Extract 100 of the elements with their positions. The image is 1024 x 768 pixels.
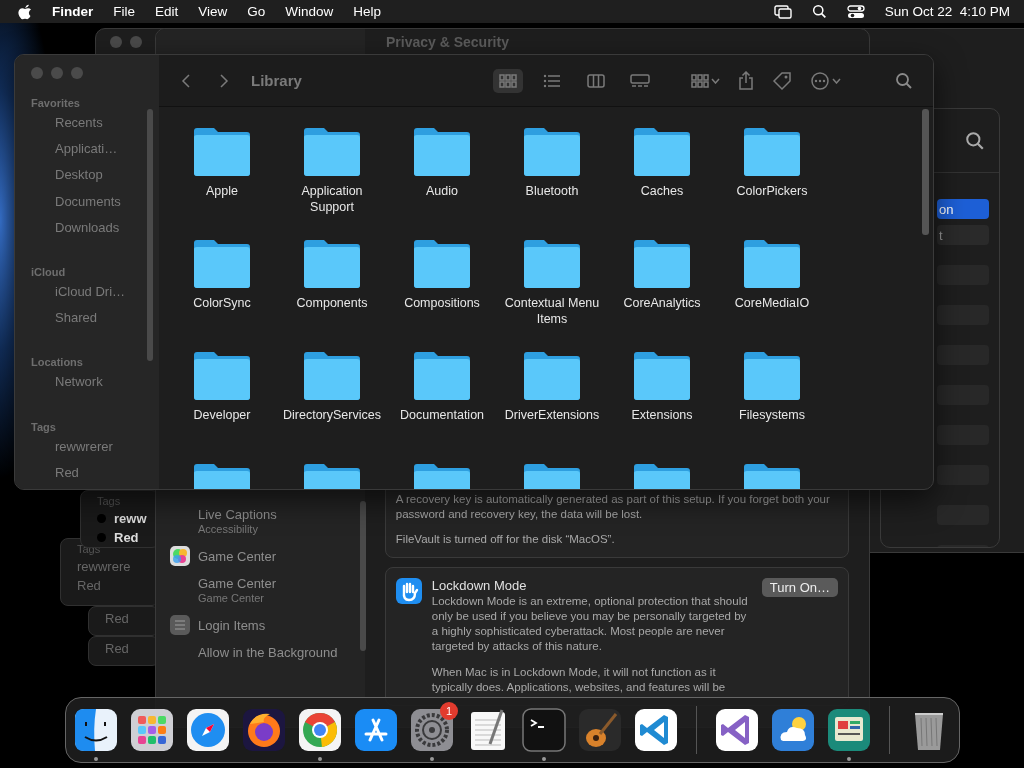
- sidebar-item[interactable]: Network: [31, 372, 159, 399]
- clock[interactable]: Sun Oct 22 4:10 PM: [884, 4, 1010, 19]
- finder-face-icon[interactable]: [74, 708, 118, 752]
- section-heading: Favorites: [31, 97, 81, 109]
- group-button[interactable]: [689, 71, 722, 90]
- code-editor-icon[interactable]: [714, 708, 759, 752]
- sidebar-item[interactable]: Allow in the Background: [198, 645, 355, 661]
- menu-item[interactable]: Go: [247, 4, 266, 19]
- folder-name[interactable]: ColorSync: [169, 295, 275, 311]
- sidebar-item[interactable]: Live Captions: [198, 507, 355, 523]
- gear-icon[interactable]: [410, 708, 454, 752]
- folder-icon[interactable]: [522, 127, 582, 177]
- folder-name[interactable]: DirectoryServices: [279, 407, 385, 423]
- grid-view-icon: [499, 73, 517, 88]
- sidebar-item[interactable]: iCloud Dri…: [31, 282, 159, 309]
- folder-name[interactable]: Documentation: [389, 407, 495, 423]
- caret-icon: [832, 77, 841, 84]
- list-row[interactable]: on: [937, 199, 989, 219]
- folder-name[interactable]: CoreAnalytics: [609, 295, 715, 311]
- scrollbar[interactable]: [147, 109, 153, 361]
- control-center-icon[interactable]: [846, 4, 865, 19]
- folder-name[interactable]: Application Support: [279, 183, 385, 215]
- menu-item[interactable]: View: [198, 4, 228, 19]
- folder-icon[interactable]: [742, 239, 802, 289]
- tag-dot: [97, 514, 106, 523]
- folder-name[interactable]: Audio: [389, 183, 495, 199]
- menu-item[interactable]: Edit: [155, 4, 179, 19]
- sidebar-item[interactable]: Red: [31, 462, 159, 489]
- folder-icon[interactable]: [302, 351, 362, 401]
- folder-name[interactable]: Extensions: [609, 407, 715, 423]
- raised-hand-icon: [395, 578, 422, 604]
- list-icon: [170, 615, 190, 635]
- tag-label[interactable]: Red: [114, 530, 139, 545]
- sidebar-item[interactable]: rewwrerer: [31, 436, 159, 463]
- folder-name[interactable]: Components: [279, 295, 385, 311]
- scrollbar[interactable]: [922, 109, 929, 235]
- folder-icon[interactable]: [412, 351, 472, 401]
- app-grid-icon[interactable]: [130, 708, 174, 752]
- sidebar-item[interactable]: Documents: [31, 191, 159, 218]
- folder-icon[interactable]: [192, 127, 252, 177]
- turn-on-button[interactable]: Turn On…: [761, 578, 838, 597]
- terminal-icon[interactable]: [522, 708, 566, 752]
- game-bubbles-icon: [170, 546, 190, 566]
- list-view-icon: [543, 73, 561, 88]
- search-icon[interactable]: [965, 130, 985, 151]
- folder-icon[interactable]: [302, 239, 362, 289]
- folder-name[interactable]: Caches: [609, 183, 715, 199]
- folder-name[interactable]: Contextual Menu Items: [499, 295, 605, 327]
- folder-icon[interactable]: [192, 239, 252, 289]
- folder-icon[interactable]: [412, 239, 472, 289]
- sidebar-item[interactable]: Applicati…: [31, 139, 159, 166]
- code-editor-icon[interactable]: [634, 708, 678, 752]
- folder-name[interactable]: Filesystems: [719, 407, 825, 423]
- scrollbar[interactable]: [360, 501, 366, 651]
- sidebar-item[interactable]: Game Center: [198, 548, 277, 564]
- folder-icon[interactable]: [742, 127, 802, 177]
- search-icon[interactable]: [811, 4, 827, 19]
- menu-item[interactable]: File: [113, 4, 136, 19]
- folder-icon[interactable]: [302, 127, 362, 177]
- folder-name[interactable]: ColorPickers: [719, 183, 825, 199]
- activity-window-icon[interactable]: [826, 708, 871, 752]
- guitar-icon[interactable]: [578, 708, 622, 752]
- section-heading: Tags: [31, 420, 57, 433]
- folder-icon[interactable]: [632, 239, 692, 289]
- app-store-icon[interactable]: [354, 708, 398, 752]
- folder-name[interactable]: DriverExtensions: [499, 407, 605, 423]
- list-row[interactable]: t: [937, 225, 989, 245]
- menu-item[interactable]: Finder: [52, 4, 94, 19]
- tag-dot: [97, 533, 106, 542]
- folder-icon[interactable]: [632, 127, 692, 177]
- grid-view-icon: [691, 73, 709, 88]
- folder-icon[interactable]: [522, 239, 582, 289]
- cloud-sun-icon[interactable]: [770, 708, 815, 752]
- sidebar-item[interactable]: Recents: [31, 113, 159, 140]
- sidebar-item[interactable]: Login Items: [198, 617, 266, 633]
- folder-icon[interactable]: [412, 127, 472, 177]
- folder-name[interactable]: Apple: [169, 183, 275, 199]
- fox-globe-icon[interactable]: [242, 708, 286, 752]
- screen-mirroring-icon[interactable]: [773, 4, 792, 19]
- compass-icon[interactable]: [186, 708, 230, 752]
- warning-text: A recovery key is automatically generated as part of this setup. If you forget both your password and recovery key, the data will be lost.: [395, 492, 831, 522]
- sidebar-item[interactable]: Game Center: [198, 576, 355, 592]
- folder-name[interactable]: Compositions: [389, 295, 495, 311]
- sidebar-item[interactable]: Downloads: [31, 217, 159, 244]
- folder-icon[interactable]: [522, 351, 582, 401]
- folder-icon[interactable]: [192, 351, 252, 401]
- menu-item[interactable]: Help: [353, 4, 382, 19]
- sidebar-item[interactable]: Shared: [31, 308, 159, 335]
- column-view-icon: [587, 73, 605, 88]
- folder-name[interactable]: Bluetooth: [499, 183, 605, 199]
- share-button[interactable]: [736, 68, 756, 93]
- tag-label[interactable]: reww: [114, 511, 147, 526]
- sidebar-item[interactable]: Desktop: [31, 165, 159, 192]
- apple-logo-icon[interactable]: [18, 3, 32, 20]
- view-button[interactable]: [493, 68, 523, 93]
- folder-name[interactable]: Developer: [169, 407, 275, 423]
- folder-icon[interactable]: [632, 351, 692, 401]
- menu-item[interactable]: Window: [285, 4, 334, 19]
- folder-name[interactable]: CoreMediaIO: [719, 295, 825, 311]
- folder-icon[interactable]: [742, 351, 802, 401]
